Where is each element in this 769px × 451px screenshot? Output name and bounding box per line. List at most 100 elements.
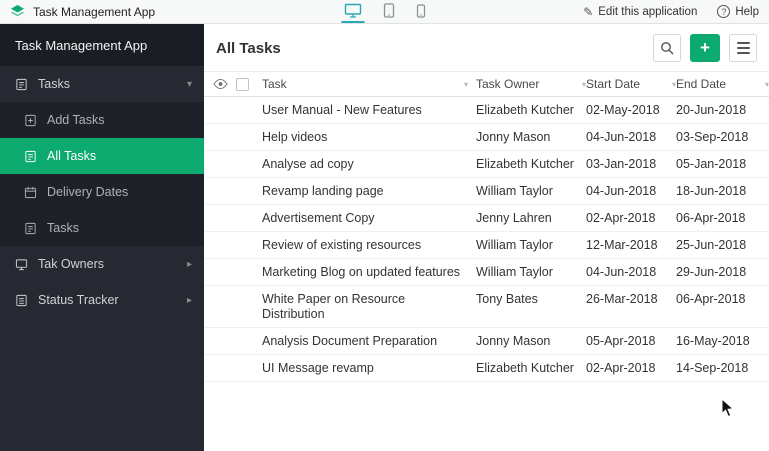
tablet-view-icon[interactable] (380, 0, 397, 23)
task-cell: Advertisement Copy (262, 211, 375, 225)
table-header: Task ▾ Task Owner ▾ Start Date ▾ End Dat… (204, 71, 769, 97)
task-cell: Help videos (262, 130, 328, 144)
start-date-cell: 02-Apr-2018 (586, 211, 656, 225)
task-cell: Analysis Document Preparation (262, 334, 438, 348)
add-record-button[interactable]: + (690, 34, 720, 62)
main-header: All Tasks + (204, 24, 769, 71)
column-visibility-toggle[interactable] (204, 79, 236, 89)
task-cell: Review of existing resources (262, 238, 422, 252)
table-body: User Manual - New Features Elizabeth Kut… (204, 97, 769, 382)
help-label: Help (735, 5, 759, 18)
table-row[interactable]: Analyse ad copy Elizabeth Kutcher 03-Jan… (204, 151, 769, 178)
start-date-cell: 03-Jan-2018 (586, 157, 657, 171)
owner-cell: Jonny Mason (476, 130, 551, 144)
tak-owners-icon (15, 258, 28, 271)
sidebar-item-all-tasks[interactable]: All Tasks (0, 138, 204, 174)
topbar-right: ✎ Edit this application ? Help (583, 0, 759, 23)
checkbox-icon (236, 77, 249, 91)
tasks-group-icon (15, 78, 28, 91)
owner-cell: Tony Bates (476, 292, 538, 306)
end-date-cell: 16-May-2018 (676, 334, 750, 348)
task-cell: Revamp landing page (262, 184, 384, 198)
start-date-cell: 02-May-2018 (586, 103, 660, 117)
device-preview-switcher (341, 0, 428, 23)
table-row[interactable]: Advertisement Copy Jenny Lahren 02-Apr-2… (204, 205, 769, 232)
owner-cell: Elizabeth Kutcher (476, 157, 574, 171)
delivery-dates-icon (24, 186, 37, 199)
start-date-cell: 26-Mar-2018 (586, 292, 658, 306)
sidebar-item-add-tasks[interactable]: Add Tasks (0, 102, 204, 138)
end-date-cell: 06-Apr-2018 (676, 292, 746, 306)
chevron-right-icon: ▸ (186, 258, 192, 270)
edit-application-button[interactable]: ✎ Edit this application (583, 5, 697, 19)
column-header-task[interactable]: Task ▾ (262, 71, 476, 97)
end-date-cell: 20-Jun-2018 (676, 103, 747, 117)
table-row[interactable]: White Paper on Resource Distribution Ton… (204, 286, 769, 328)
app-logo-icon (10, 4, 25, 19)
chevron-right-icon: ▸ (186, 294, 192, 306)
owner-cell: Jonny Mason (476, 334, 551, 348)
desktop-view-icon[interactable] (341, 0, 364, 23)
help-button[interactable]: ? Help (717, 5, 759, 18)
end-date-cell: 06-Apr-2018 (676, 211, 746, 225)
tasks-icon (24, 222, 37, 235)
end-date-cell: 29-Jun-2018 (676, 265, 747, 279)
owner-cell: William Taylor (476, 184, 553, 198)
main-actions: + (653, 34, 757, 62)
owner-cell: William Taylor (476, 265, 553, 279)
table-row[interactable]: Review of existing resources William Tay… (204, 232, 769, 259)
sidebar-item-tasks[interactable]: Tasks (0, 210, 204, 246)
phone-view-icon[interactable] (413, 0, 428, 23)
start-date-cell: 04-Jun-2018 (586, 130, 657, 144)
column-header-end-date[interactable]: End Date ▾ (676, 71, 769, 97)
task-cell: White Paper on Resource Distribution (262, 292, 406, 321)
end-date-cell: 05-Jan-2018 (676, 157, 747, 171)
column-header-start-date[interactable]: Start Date ▾ (586, 71, 676, 97)
task-cell: User Manual - New Features (262, 103, 422, 117)
task-cell: Analyse ad copy (262, 157, 354, 171)
sidebar-item-label: Delivery Dates (47, 185, 129, 199)
search-button[interactable] (653, 34, 681, 62)
sidebar-item-label: All Tasks (47, 149, 97, 163)
app-brand: Task Management App (0, 4, 155, 19)
sidebar-item-status-tracker[interactable]: Status Tracker ▸ (0, 282, 204, 318)
menu-button[interactable] (729, 34, 757, 62)
end-date-cell: 03-Sep-2018 (676, 130, 749, 144)
sidebar-item-delivery-dates[interactable]: Delivery Dates (0, 174, 204, 210)
topbar: Task Management App ✎ Edit this applicat… (0, 0, 769, 24)
topbar-app-title: Task Management App (33, 4, 156, 19)
table-row[interactable]: Analysis Document Preparation Jonny Maso… (204, 328, 769, 355)
select-all-checkbox[interactable] (236, 77, 262, 91)
owner-cell: Jenny Lahren (476, 211, 552, 225)
sidebar-item-label: Status Tracker (38, 293, 119, 307)
chevron-down-icon: ▾ (186, 78, 192, 90)
sidebar-app-title: Task Management App (0, 24, 204, 66)
status-tracker-icon (15, 294, 28, 307)
sidebar-item-label: Tasks (47, 221, 79, 235)
sidebar-item-label: Tak Owners (38, 257, 104, 271)
task-cell: UI Message revamp (262, 361, 374, 375)
end-date-cell: 25-Jun-2018 (676, 238, 747, 252)
sidebar-item-tasks-group[interactable]: Tasks ▾ (0, 66, 204, 102)
sidebar: Task Management App Tasks ▾ Add Tasks Al… (0, 24, 204, 451)
start-date-cell: 12-Mar-2018 (586, 238, 658, 252)
table-row[interactable]: User Manual - New Features Elizabeth Kut… (204, 97, 769, 124)
end-date-cell: 18-Jun-2018 (676, 184, 747, 198)
sidebar-item-tak-owners[interactable]: Tak Owners ▸ (0, 246, 204, 282)
column-header-task-owner[interactable]: Task Owner ▾ (476, 71, 586, 97)
edit-application-label: Edit this application (598, 5, 698, 18)
table-row[interactable]: Marketing Blog on updated features Willi… (204, 259, 769, 286)
eye-icon (212, 79, 228, 89)
table-row[interactable]: UI Message revamp Elizabeth Kutcher 02-A… (204, 355, 769, 382)
owner-cell: Elizabeth Kutcher (476, 103, 574, 117)
sort-dropdown-icon: ▾ (764, 80, 769, 89)
end-date-cell: 14-Sep-2018 (676, 361, 749, 375)
task-cell: Marketing Blog on updated features (262, 265, 461, 279)
pencil-icon: ✎ (583, 4, 594, 19)
table-row[interactable]: Help videos Jonny Mason 04-Jun-2018 03-S… (204, 124, 769, 151)
help-icon: ? (717, 5, 731, 18)
main-content: All Tasks + Task ▾ Task Owner ▾ Start Da… (204, 24, 769, 451)
table-row[interactable]: Revamp landing page William Taylor 04-Ju… (204, 178, 769, 205)
add-tasks-icon (24, 114, 37, 127)
sidebar-item-label: Add Tasks (47, 113, 105, 127)
